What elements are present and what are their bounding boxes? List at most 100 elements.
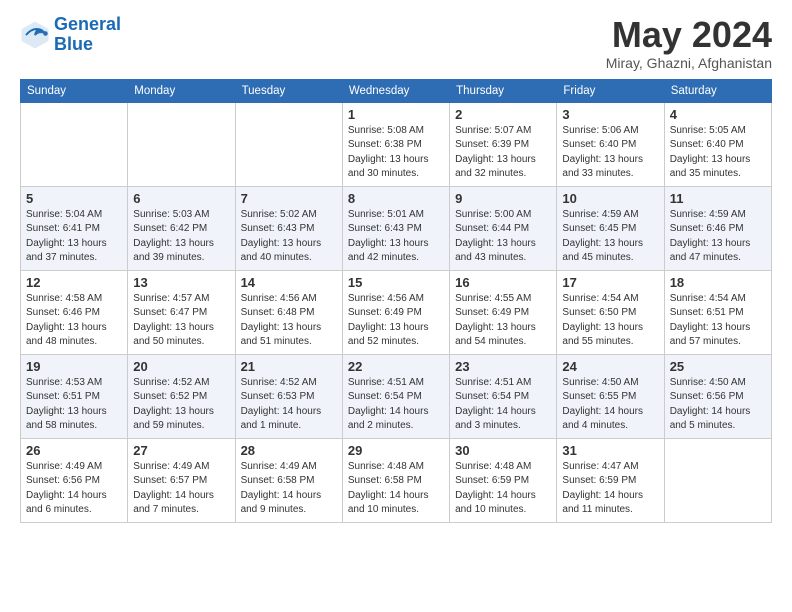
day-info: Sunrise: 4:50 AM Sunset: 6:56 PM Dayligh…	[670, 376, 766, 434]
calendar-cell: 11Sunrise: 4:59 AM Sunset: 6:46 PM Dayli…	[664, 186, 771, 270]
day-number: 10	[562, 191, 658, 206]
day-info: Sunrise: 4:48 AM Sunset: 6:59 PM Dayligh…	[455, 460, 551, 518]
calendar-table: Sunday Monday Tuesday Wednesday Thursday…	[20, 79, 772, 523]
day-info: Sunrise: 4:58 AM Sunset: 6:46 PM Dayligh…	[26, 292, 122, 350]
day-info: Sunrise: 4:48 AM Sunset: 6:58 PM Dayligh…	[348, 460, 444, 518]
calendar-cell: 24Sunrise: 4:50 AM Sunset: 6:55 PM Dayli…	[557, 354, 664, 438]
header-sunday: Sunday	[21, 79, 128, 102]
calendar-cell: 1 Sunrise: 5:08 AM Sunset: 6:38 PM Daylig…	[342, 102, 449, 186]
header-saturday: Saturday	[664, 79, 771, 102]
day-number: 27	[133, 443, 229, 458]
day-info: Sunrise: 4:51 AM Sunset: 6:54 PM Dayligh…	[348, 376, 444, 434]
calendar-cell: 19 Sunrise: 4:53 AM Sunset: 6:51 PM Dayli…	[21, 354, 128, 438]
day-number: 25	[670, 359, 766, 374]
day-number: 15	[348, 275, 444, 290]
day-number: 6	[133, 191, 229, 206]
calendar-week-3: 12 Sunrise: 4:58 AM Sunset: 6:46 PM Dayli…	[21, 270, 772, 354]
day-number: 11	[670, 191, 766, 206]
day-number: 7	[241, 191, 337, 206]
day-number: 29	[348, 443, 444, 458]
day-info: Sunrise: 4:49 AM Sunset: 6:58 PM Dayligh…	[241, 460, 337, 518]
day-number: 21	[241, 359, 337, 374]
calendar-cell: 4Sunrise: 5:05 AM Sunset: 6:40 PM Daylig…	[664, 102, 771, 186]
day-info: Sunrise: 4:47 AM Sunset: 6:59 PM Dayligh…	[562, 460, 658, 518]
day-info: Sunrise: 5:07 AM Sunset: 6:39 PM Dayligh…	[455, 124, 551, 182]
day-info: Sunrise: 4:49 AM Sunset: 6:56 PM Dayligh…	[26, 460, 122, 518]
calendar-cell: 27 Sunrise: 4:49 AM Sunset: 6:57 PM Dayli…	[128, 438, 235, 522]
day-number: 22	[348, 359, 444, 374]
calendar-cell: 8Sunrise: 5:01 AM Sunset: 6:43 PM Daylig…	[342, 186, 449, 270]
day-number: 20	[133, 359, 229, 374]
day-info: Sunrise: 5:05 AM Sunset: 6:40 PM Dayligh…	[670, 124, 766, 182]
calendar-week-2: 5Sunrise: 5:04 AM Sunset: 6:41 PM Daylig…	[21, 186, 772, 270]
page: General Blue May 2024 Miray, Ghazni, Afg…	[0, 0, 792, 533]
header: General Blue May 2024 Miray, Ghazni, Afg…	[20, 15, 772, 71]
day-number: 28	[241, 443, 337, 458]
day-number: 13	[133, 275, 229, 290]
calendar-cell: 26Sunrise: 4:49 AM Sunset: 6:56 PM Dayli…	[21, 438, 128, 522]
calendar-cell: 23 Sunrise: 4:51 AM Sunset: 6:54 PM Dayli…	[450, 354, 557, 438]
calendar-cell: 30 Sunrise: 4:48 AM Sunset: 6:59 PM Dayli…	[450, 438, 557, 522]
day-info: Sunrise: 5:02 AM Sunset: 6:43 PM Dayligh…	[241, 208, 337, 266]
calendar-cell: 2 Sunrise: 5:07 AM Sunset: 6:39 PM Daylig…	[450, 102, 557, 186]
logo-line1: General	[54, 14, 121, 34]
calendar-cell: 17 Sunrise: 4:54 AM Sunset: 6:50 PM Dayli…	[557, 270, 664, 354]
day-number: 17	[562, 275, 658, 290]
header-tuesday: Tuesday	[235, 79, 342, 102]
calendar-cell: 10 Sunrise: 4:59 AM Sunset: 6:45 PM Dayli…	[557, 186, 664, 270]
day-number: 3	[562, 107, 658, 122]
calendar-cell: 15 Sunrise: 4:56 AM Sunset: 6:49 PM Dayli…	[342, 270, 449, 354]
day-info: Sunrise: 5:06 AM Sunset: 6:40 PM Dayligh…	[562, 124, 658, 182]
header-friday: Friday	[557, 79, 664, 102]
calendar-cell: 25 Sunrise: 4:50 AM Sunset: 6:56 PM Dayli…	[664, 354, 771, 438]
day-info: Sunrise: 4:51 AM Sunset: 6:54 PM Dayligh…	[455, 376, 551, 434]
day-number: 16	[455, 275, 551, 290]
day-number: 18	[670, 275, 766, 290]
header-monday: Monday	[128, 79, 235, 102]
day-info: Sunrise: 5:03 AM Sunset: 6:42 PM Dayligh…	[133, 208, 229, 266]
day-info: Sunrise: 5:08 AM Sunset: 6:38 PM Dayligh…	[348, 124, 444, 182]
day-number: 8	[348, 191, 444, 206]
calendar-cell: 28 Sunrise: 4:49 AM Sunset: 6:58 PM Dayli…	[235, 438, 342, 522]
day-info: Sunrise: 4:54 AM Sunset: 6:50 PM Dayligh…	[562, 292, 658, 350]
day-number: 30	[455, 443, 551, 458]
calendar-cell	[21, 102, 128, 186]
day-info: Sunrise: 4:52 AM Sunset: 6:52 PM Dayligh…	[133, 376, 229, 434]
calendar-cell: 3 Sunrise: 5:06 AM Sunset: 6:40 PM Daylig…	[557, 102, 664, 186]
calendar-cell: 14Sunrise: 4:56 AM Sunset: 6:48 PM Dayli…	[235, 270, 342, 354]
day-info: Sunrise: 4:53 AM Sunset: 6:51 PM Dayligh…	[26, 376, 122, 434]
day-number: 1	[348, 107, 444, 122]
calendar-cell: 18 Sunrise: 4:54 AM Sunset: 6:51 PM Dayli…	[664, 270, 771, 354]
calendar-week-5: 26Sunrise: 4:49 AM Sunset: 6:56 PM Dayli…	[21, 438, 772, 522]
day-info: Sunrise: 4:57 AM Sunset: 6:47 PM Dayligh…	[133, 292, 229, 350]
day-info: Sunrise: 5:00 AM Sunset: 6:44 PM Dayligh…	[455, 208, 551, 266]
calendar-cell	[664, 438, 771, 522]
calendar-cell: 6 Sunrise: 5:03 AM Sunset: 6:42 PM Daylig…	[128, 186, 235, 270]
header-wednesday: Wednesday	[342, 79, 449, 102]
calendar-cell: 12 Sunrise: 4:58 AM Sunset: 6:46 PM Dayli…	[21, 270, 128, 354]
day-number: 9	[455, 191, 551, 206]
logo-line2: Blue	[54, 34, 93, 54]
day-info: Sunrise: 4:56 AM Sunset: 6:48 PM Dayligh…	[241, 292, 337, 350]
calendar-cell: 22 Sunrise: 4:51 AM Sunset: 6:54 PM Dayli…	[342, 354, 449, 438]
day-info: Sunrise: 4:49 AM Sunset: 6:57 PM Dayligh…	[133, 460, 229, 518]
calendar-cell: 7 Sunrise: 5:02 AM Sunset: 6:43 PM Daylig…	[235, 186, 342, 270]
logo-text: General Blue	[54, 15, 121, 55]
day-info: Sunrise: 4:54 AM Sunset: 6:51 PM Dayligh…	[670, 292, 766, 350]
day-number: 2	[455, 107, 551, 122]
calendar-cell: 16 Sunrise: 4:55 AM Sunset: 6:49 PM Dayli…	[450, 270, 557, 354]
day-info: Sunrise: 4:59 AM Sunset: 6:45 PM Dayligh…	[562, 208, 658, 266]
month-title: May 2024	[606, 15, 772, 55]
calendar-cell: 9 Sunrise: 5:00 AM Sunset: 6:44 PM Daylig…	[450, 186, 557, 270]
calendar-cell: 29 Sunrise: 4:48 AM Sunset: 6:58 PM Dayli…	[342, 438, 449, 522]
day-info: Sunrise: 4:56 AM Sunset: 6:49 PM Dayligh…	[348, 292, 444, 350]
day-number: 12	[26, 275, 122, 290]
day-info: Sunrise: 5:04 AM Sunset: 6:41 PM Dayligh…	[26, 208, 122, 266]
day-number: 19	[26, 359, 122, 374]
day-number: 24	[562, 359, 658, 374]
day-info: Sunrise: 4:55 AM Sunset: 6:49 PM Dayligh…	[455, 292, 551, 350]
day-number: 23	[455, 359, 551, 374]
calendar-cell: 21 Sunrise: 4:52 AM Sunset: 6:53 PM Dayli…	[235, 354, 342, 438]
calendar-cell: 20 Sunrise: 4:52 AM Sunset: 6:52 PM Dayli…	[128, 354, 235, 438]
day-info: Sunrise: 4:52 AM Sunset: 6:53 PM Dayligh…	[241, 376, 337, 434]
